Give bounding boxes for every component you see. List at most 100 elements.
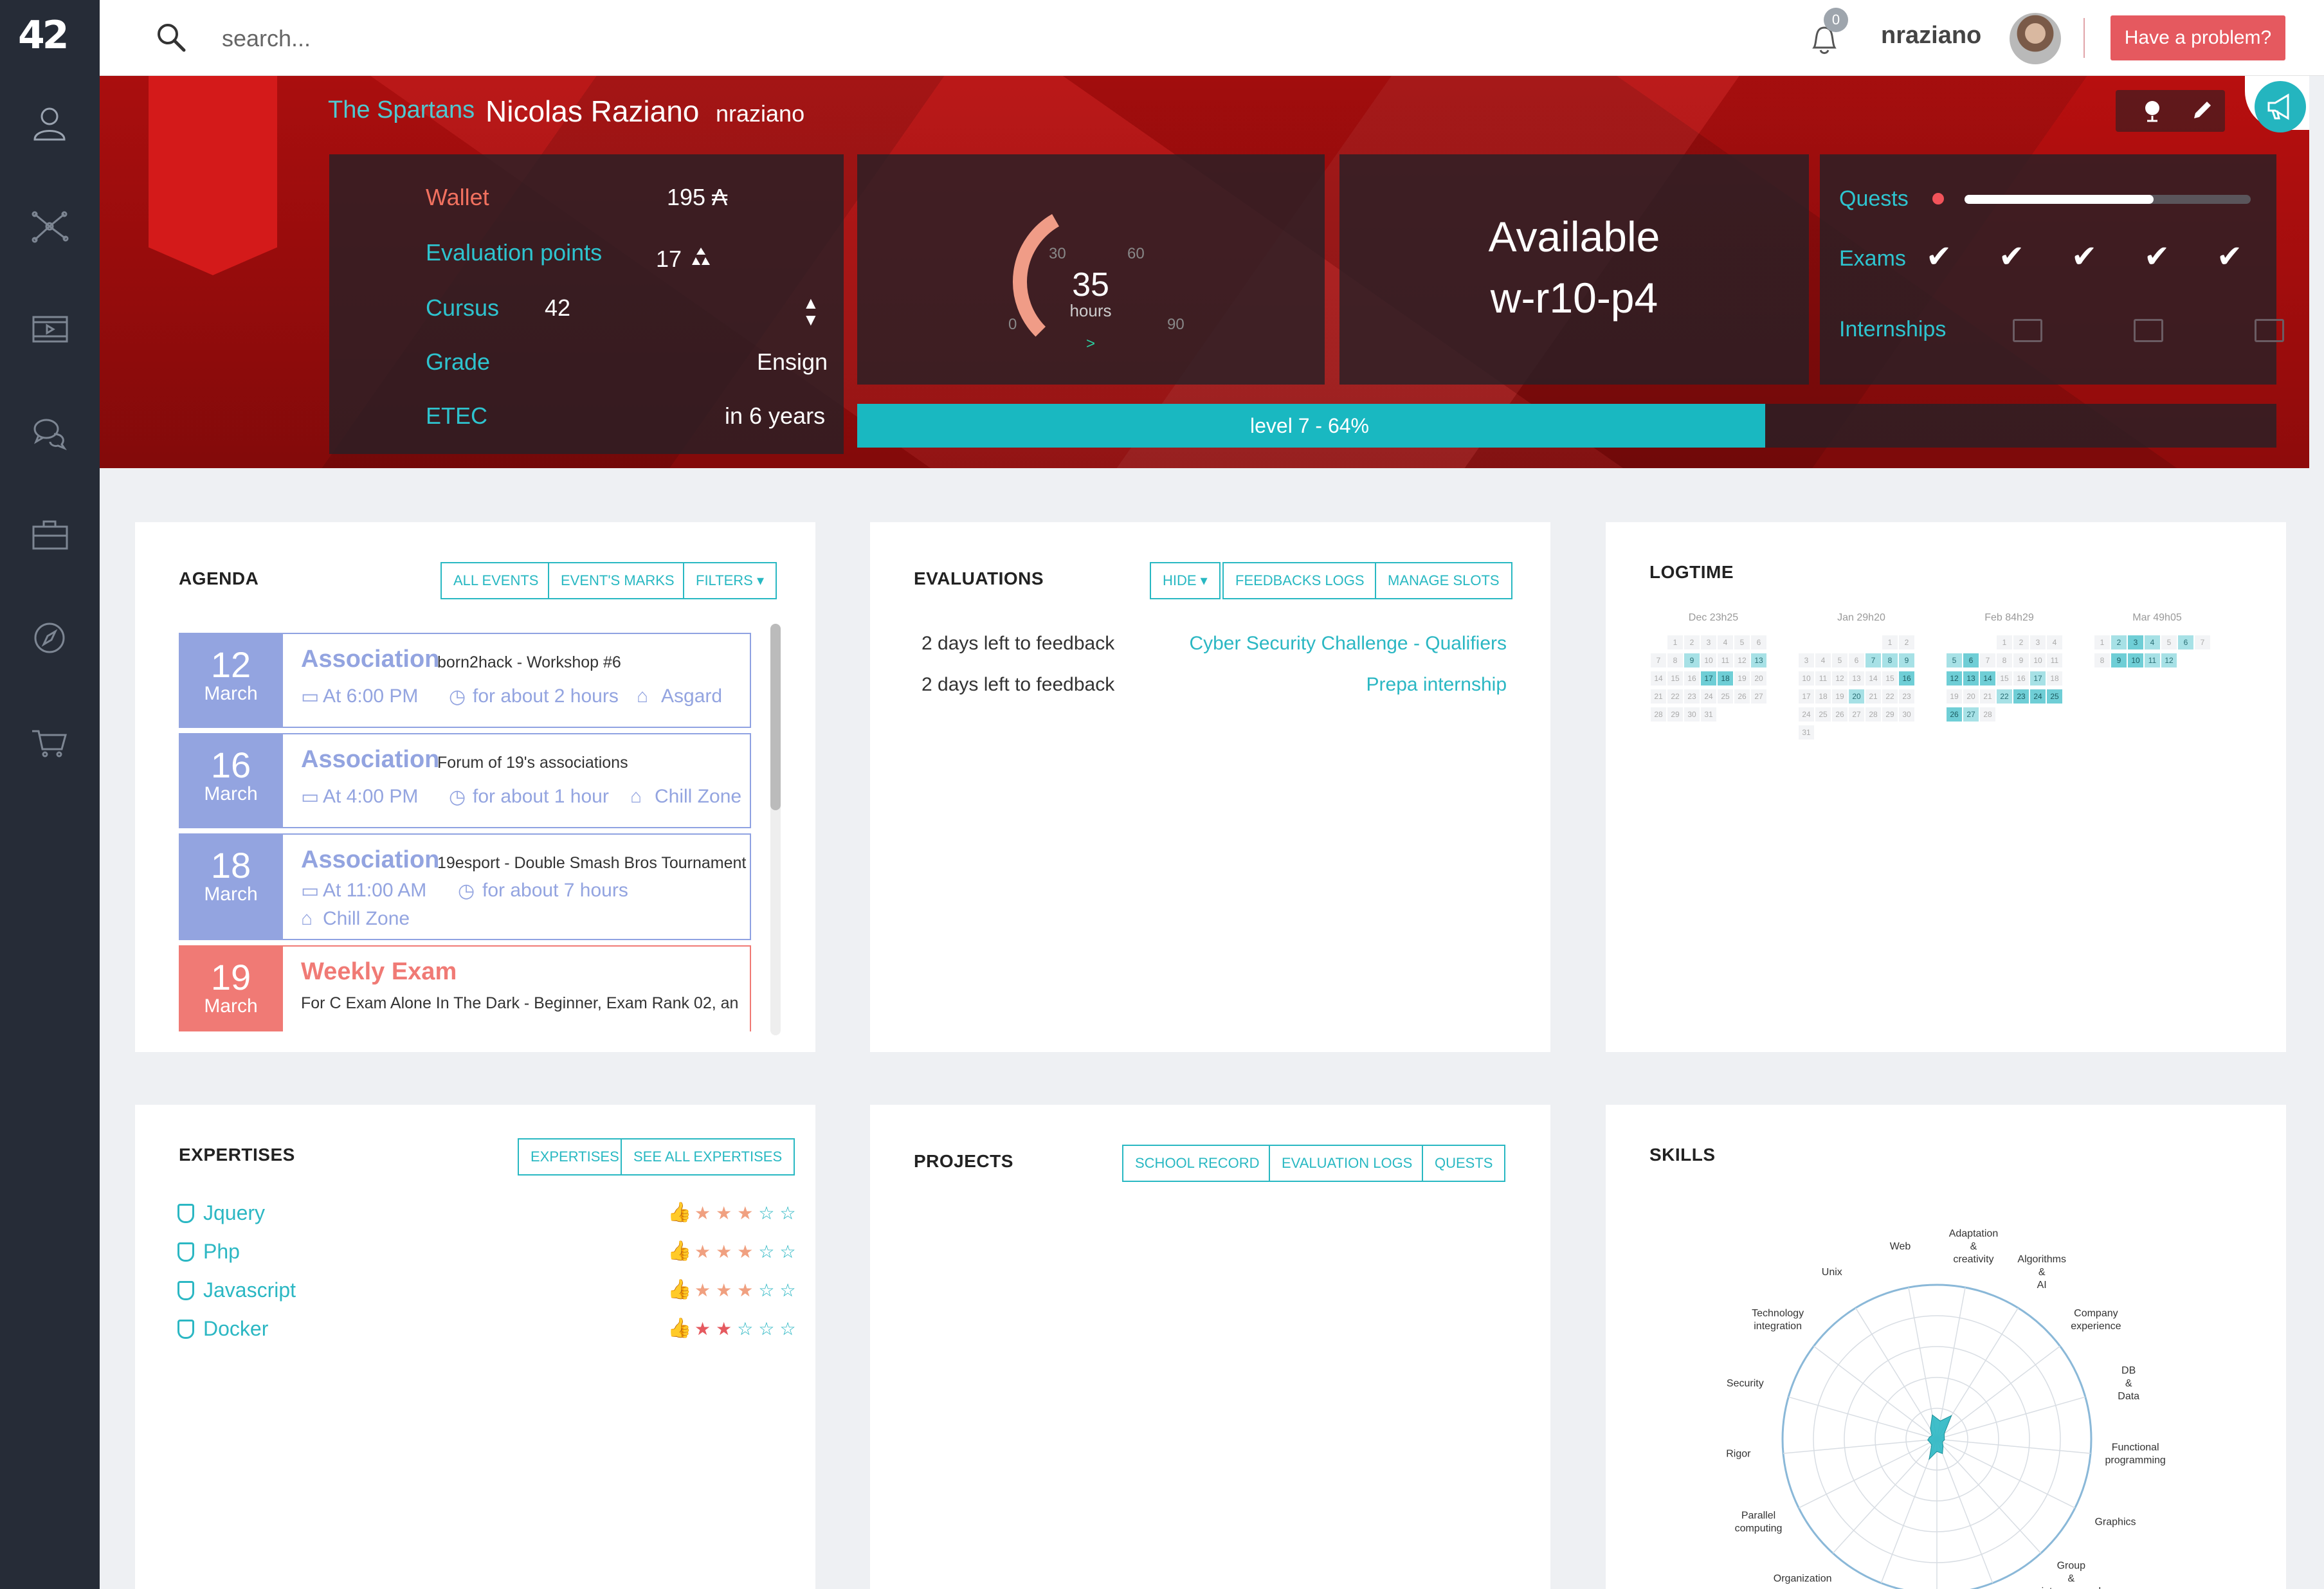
calendar-day[interactable]: 14 (1651, 671, 1666, 686)
calendar-day[interactable]: 28 (1866, 707, 1881, 722)
calendar-day[interactable]: 14 (1980, 671, 1995, 686)
star-icon[interactable]: ★ (737, 1242, 758, 1262)
calendar-day[interactable]: 9 (1684, 653, 1700, 667)
calendar-day[interactable]: 20 (1963, 689, 1979, 704)
calendar-day[interactable]: 16 (2013, 671, 2029, 686)
calendar-day[interactable]: 15 (1667, 671, 1683, 686)
calendar-day[interactable]: 26 (1947, 707, 1962, 722)
calendar-day[interactable]: 28 (1980, 707, 1995, 722)
calendar-day[interactable]: 6 (1963, 653, 1979, 667)
calendar-day[interactable]: 23 (1684, 689, 1700, 704)
calendar-day[interactable]: 5 (1832, 653, 1847, 667)
calendar-day[interactable]: 29 (1667, 707, 1683, 722)
calendar-day[interactable]: 12 (1734, 653, 1750, 667)
calendar-day[interactable]: 19 (1832, 689, 1847, 704)
thumbs-up-icon[interactable]: 👍 (667, 1240, 691, 1262)
hide-button[interactable]: HIDE ▾ (1150, 562, 1221, 599)
calendar-day[interactable]: 2 (1899, 635, 1914, 649)
calendar-day[interactable]: 7 (1980, 653, 1995, 667)
calendar-day[interactable]: 14 (1866, 671, 1881, 686)
calendar-day[interactable]: 7 (2195, 635, 2210, 649)
calendar-day[interactable]: 23 (2013, 689, 2029, 704)
agenda-event[interactable]: 12 March Association born2hack - Worksho… (179, 633, 751, 728)
calendar-day[interactable]: 13 (1963, 671, 1979, 686)
evaluation-project-link[interactable]: Cyber Security Challenge - Qualifiers (1153, 633, 1507, 655)
calendar-day[interactable]: 9 (1899, 653, 1914, 667)
calendar-day[interactable]: 27 (1849, 707, 1864, 722)
coalition-name[interactable]: The Spartans (328, 96, 475, 124)
calendar-day[interactable]: 3 (1799, 653, 1814, 667)
calendar-day[interactable]: 3 (1701, 635, 1716, 649)
thumbs-up-icon[interactable]: 👍 (667, 1317, 691, 1339)
globe-icon[interactable] (2138, 96, 2166, 125)
calendar-day[interactable]: 24 (1701, 689, 1716, 704)
expertise-name[interactable]: Php (203, 1240, 240, 1264)
star-icon[interactable]: ★ (694, 1203, 716, 1223)
evaluation-logs-button[interactable]: EVALUATION LOGS (1269, 1145, 1426, 1182)
star-icon[interactable]: ★ (694, 1319, 716, 1339)
calendar-day[interactable]: 21 (1651, 689, 1666, 704)
calendar-day[interactable]: 20 (1751, 671, 1766, 686)
calendar-day[interactable]: 1 (1667, 635, 1683, 649)
events-marks-button[interactable]: EVENT'S MARKS (548, 562, 687, 599)
expertise-rating[interactable]: ★★★☆☆ (694, 1280, 801, 1301)
calendar-day[interactable]: 12 (1947, 671, 1962, 686)
filters-button[interactable]: FILTERS ▾ (683, 562, 777, 599)
star-icon[interactable]: ★ (737, 1203, 758, 1223)
calendar-day[interactable]: 23 (1899, 689, 1914, 704)
calendar-day[interactable]: 17 (1799, 689, 1814, 704)
calendar-day[interactable]: 4 (2145, 635, 2160, 649)
star-icon[interactable]: ☆ (779, 1280, 801, 1300)
expertise-name[interactable]: Jquery (203, 1201, 265, 1225)
calendar-day[interactable]: 11 (2145, 653, 2160, 667)
calendar-day[interactable]: 12 (1832, 671, 1847, 686)
evaluation-project-link[interactable]: Prepa internship (1153, 674, 1507, 696)
cart-icon[interactable] (26, 717, 74, 765)
star-icon[interactable]: ☆ (737, 1319, 758, 1339)
star-icon[interactable]: ★ (716, 1203, 737, 1223)
star-icon[interactable]: ★ (694, 1280, 716, 1300)
calendar-day[interactable]: 24 (1799, 707, 1814, 722)
megaphone-icon[interactable] (2255, 81, 2306, 132)
calendar-day[interactable]: 5 (1734, 635, 1750, 649)
calendar-day[interactable]: 11 (1718, 653, 1733, 667)
manage-slots-button[interactable]: MANAGE SLOTS (1375, 562, 1512, 599)
calendar-day[interactable]: 8 (1667, 653, 1683, 667)
star-icon[interactable]: ☆ (758, 1203, 779, 1223)
calendar-day[interactable]: 4 (1718, 635, 1733, 649)
calendar-day[interactable]: 6 (2178, 635, 2193, 649)
calendar-day[interactable]: 8 (2094, 653, 2110, 667)
expertise-row[interactable]: Jquery 👍 ★★★☆☆ (172, 1201, 796, 1230)
calendar-day[interactable]: 1 (1882, 635, 1898, 649)
calendar-day[interactable]: 4 (1815, 653, 1831, 667)
star-icon[interactable]: ☆ (758, 1319, 779, 1339)
cursus-select[interactable]: 42 (545, 295, 570, 322)
calendar-day[interactable]: 15 (1882, 671, 1898, 686)
calendar-day[interactable]: 21 (1980, 689, 1995, 704)
agenda-scrollbar[interactable] (770, 624, 781, 1035)
calendar-day[interactable]: 10 (1701, 653, 1716, 667)
expertise-name[interactable]: Docker (203, 1317, 268, 1341)
calendar-day[interactable]: 26 (1734, 689, 1750, 704)
search-input[interactable] (222, 19, 736, 58)
expertise-row[interactable]: Javascript 👍 ★★★☆☆ (172, 1278, 796, 1307)
feedbacks-logs-button[interactable]: FEEDBACKS LOGS (1222, 562, 1377, 599)
calendar-day[interactable]: 24 (2030, 689, 2046, 704)
star-icon[interactable]: ★ (716, 1319, 737, 1339)
calendar-day[interactable]: 31 (1799, 725, 1814, 740)
calendar-day[interactable]: 1 (2094, 635, 2110, 649)
calendar-day[interactable]: 30 (1684, 707, 1700, 722)
calendar-day[interactable]: 17 (2030, 671, 2046, 686)
quests-button[interactable]: QUESTS (1422, 1145, 1506, 1182)
calendar-day[interactable]: 29 (1882, 707, 1898, 722)
calendar-day[interactable]: 9 (2111, 653, 2127, 667)
star-icon[interactable]: ☆ (779, 1319, 801, 1339)
calendar-day[interactable]: 27 (1963, 707, 1979, 722)
expertise-name[interactable]: Javascript (203, 1278, 296, 1302)
star-icon[interactable]: ☆ (779, 1203, 801, 1223)
search-icon[interactable] (154, 21, 188, 54)
calendar-day[interactable]: 26 (1832, 707, 1847, 722)
calendar-day[interactable]: 25 (1815, 707, 1831, 722)
calendar-day[interactable]: 6 (1751, 635, 1766, 649)
all-events-button[interactable]: ALL EVENTS (440, 562, 552, 599)
